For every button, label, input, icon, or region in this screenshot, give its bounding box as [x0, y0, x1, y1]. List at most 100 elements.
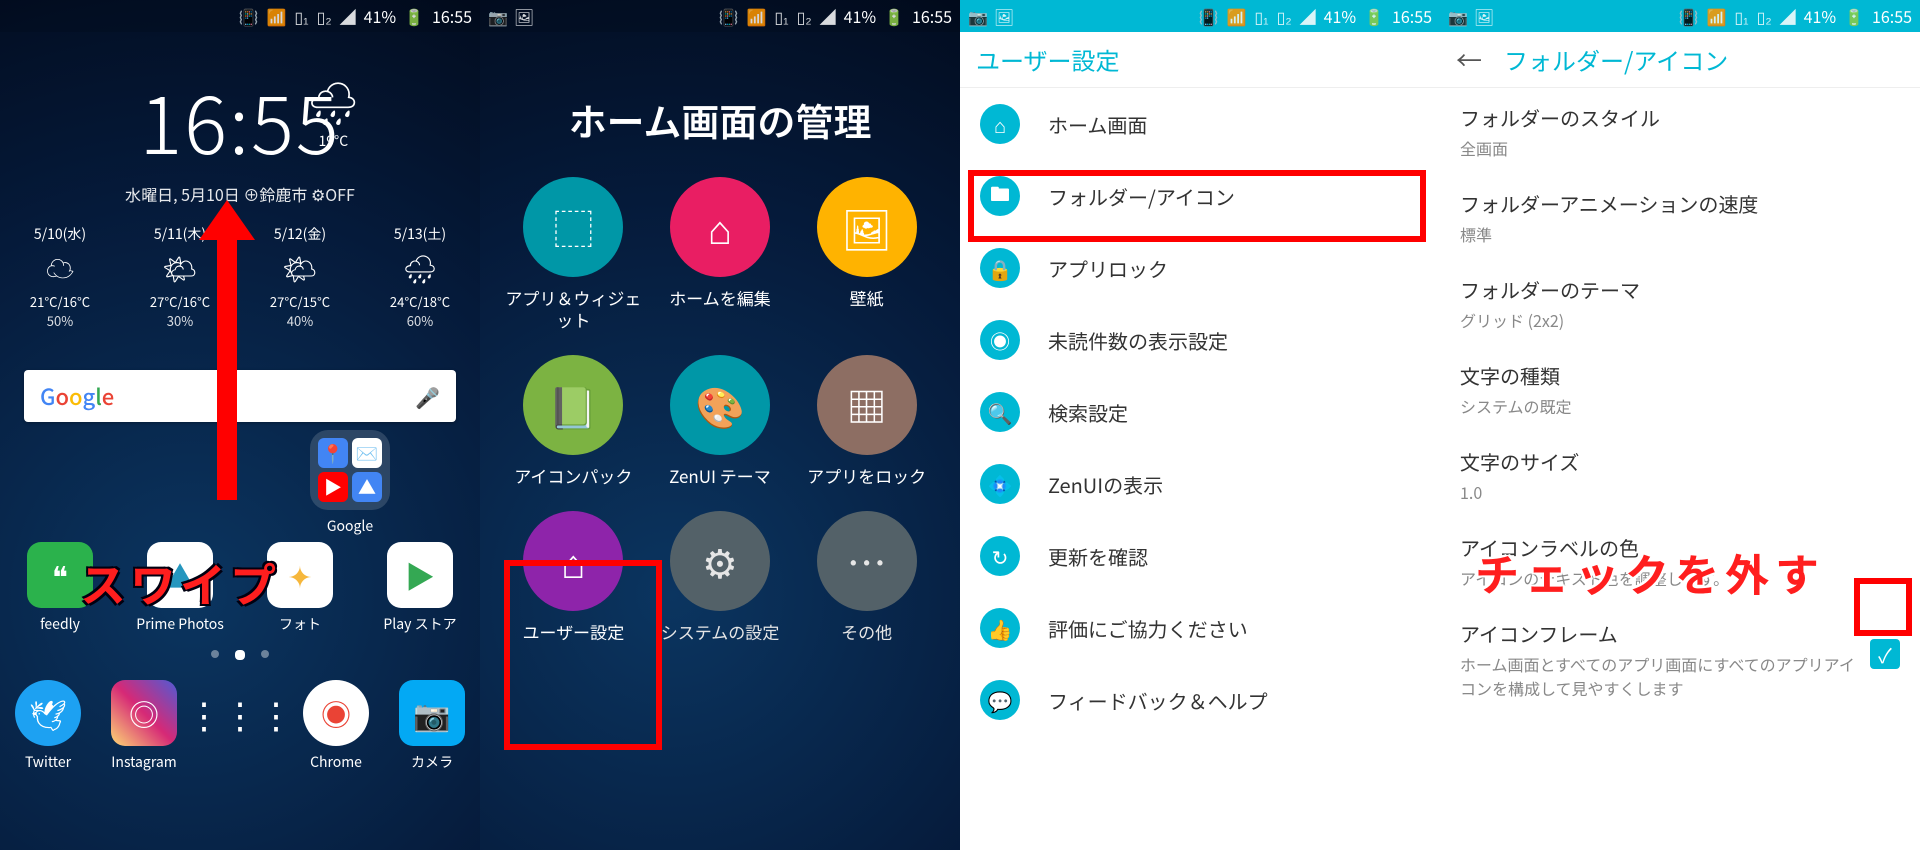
icon-frame-checkbox[interactable]: ✓ — [1870, 639, 1900, 669]
folder-app-maps-icon: 📍 — [318, 438, 348, 468]
feedback-icon: 💬 — [980, 680, 1020, 720]
setting-home[interactable]: ⌂ホーム画面 — [960, 88, 1440, 160]
folder-app-drive-icon: ▲ — [352, 472, 382, 502]
weather-now-temp: 19°C — [307, 131, 360, 151]
battery-icon: 🔋 — [1364, 4, 1384, 28]
manage-edit-home[interactable]: ⌂ホームを編集 — [651, 177, 790, 331]
user-settings-screen: 📷🖼 📳 📶 ▯₁ ▯₂ ◢ 41% 🔋 16:55 ユーザー設定 ⌂ホーム画面… — [960, 0, 1440, 850]
folder-app-youtube-icon: ▶ — [318, 472, 348, 502]
image-icon: 🖼 — [514, 4, 534, 28]
folder-icon-settings-screen: 📷🖼 📳 📶 ▯₁ ▯₂ ◢ 41% 🔋 16:55 ← フォルダー/アイコン … — [1440, 0, 1920, 850]
app-play-store[interactable]: ▶Play ストア — [374, 542, 466, 634]
vibrate-icon: 📳 — [1679, 4, 1699, 28]
dock-app-drawer[interactable]: ⋮⋮⋮ — [194, 680, 286, 772]
setting-unread-badge[interactable]: ◉未読件数の表示設定 — [960, 304, 1440, 376]
pref-font-size[interactable]: 文字のサイズ1.0 — [1440, 432, 1920, 518]
status-bar: 📷🖼 📳 📶 ▯₁ ▯₂ ◢ 41% 🔋 16:55 — [960, 0, 1440, 32]
google-logo: Google — [40, 380, 114, 412]
google-folder[interactable]: 📍 ✉️ ▶ ▲ Google — [300, 430, 400, 536]
dock-camera[interactable]: 📷カメラ — [386, 680, 478, 772]
pref-icon-frame[interactable]: アイコンフレームホーム画面とすべてのアプリ画面にすべてのアプリアイコンを構成して… — [1440, 604, 1920, 714]
home-screen: 📳 📶 ▯₁ ▯₂ ◢ 41% 🔋 16:55 16:55 水曜日, 5月10日… — [0, 0, 480, 850]
setting-check-update[interactable]: ↻更新を確認 — [960, 520, 1440, 592]
vibrate-icon: 📳 — [239, 4, 259, 28]
annotation-highlight-user-settings — [504, 560, 662, 750]
display-icon: 💠 — [980, 464, 1020, 504]
wifi-icon: 📶 — [266, 4, 286, 28]
setting-applock[interactable]: 🔒アプリロック — [960, 232, 1440, 304]
page-indicator — [0, 650, 480, 660]
back-button[interactable]: ← — [1456, 41, 1482, 78]
setting-zenui-view[interactable]: 💠ZenUIの表示 — [960, 448, 1440, 520]
settings-title: ユーザー設定 — [976, 42, 1120, 77]
screenshot-icon: 📷 — [488, 4, 508, 28]
mic-icon[interactable]: 🎤 — [415, 382, 440, 411]
manage-apps-widgets[interactable]: ⬚アプリ＆ウィジェット — [504, 177, 643, 331]
manage-system-settings[interactable]: ⚙システムの設定 — [651, 511, 790, 643]
signal-icon: ◢ — [1300, 4, 1316, 28]
setting-rate[interactable]: 👍評価にご協力ください — [960, 592, 1440, 664]
signal-icon: ◢ — [820, 4, 836, 28]
annotation-highlight-folder-icon — [968, 170, 1426, 242]
battery-icon: 🔋 — [884, 4, 904, 28]
weather-now-icon: 🌧 — [307, 70, 360, 131]
manage-other[interactable]: ⋯その他 — [797, 511, 936, 643]
home-icon: ⌂ — [980, 104, 1020, 144]
settings-title-bar: ユーザー設定 — [960, 32, 1440, 88]
sim1-icon: ▯₁ — [1734, 4, 1748, 28]
signal-icon: ◢ — [1780, 4, 1796, 28]
pref-folder-anim-speed[interactable]: フォルダーアニメーションの速度標準 — [1440, 174, 1920, 260]
signal-icon: ◢ — [340, 4, 356, 28]
dock-chrome[interactable]: ◉Chrome — [290, 680, 382, 772]
pref-folder-theme[interactable]: フォルダーのテーマグリッド (2x2) — [1440, 260, 1920, 346]
home-manage-screen: 📷🖼 📳 📶 ▯₁ ▯₂ ◢ 41% 🔋 16:55 ホーム画面の管理 ⬚アプリ… — [480, 0, 960, 850]
annotation-arrow — [206, 200, 248, 500]
weather-now[interactable]: 🌧 19°C — [307, 70, 360, 151]
status-bar: 📷🖼 📳 📶 ▯₁ ▯₂ ◢ 41% 🔋 16:55 — [1440, 0, 1920, 32]
annotation-highlight-checkbox — [1854, 578, 1912, 636]
sim1-icon: ▯₁ — [1254, 4, 1268, 28]
thumbs-up-icon: 👍 — [980, 608, 1020, 648]
search-icon: 🔍 — [980, 392, 1020, 432]
image-icon: 🖼 — [1474, 4, 1494, 28]
battery-icon: 🔋 — [404, 4, 424, 28]
vibrate-icon: 📳 — [1199, 4, 1219, 28]
dock-instagram[interactable]: ◎Instagram — [98, 680, 190, 772]
update-icon: ↻ — [980, 536, 1020, 576]
screenshot-icon: 📷 — [968, 4, 988, 28]
settings-title: フォルダー/アイコン — [1504, 42, 1728, 77]
status-bar: 📳 📶 ▯₁ ▯₂ ◢ 41% 🔋 16:55 — [0, 0, 480, 32]
pref-folder-style[interactable]: フォルダーのスタイル全画面 — [1440, 88, 1920, 174]
sim2-icon: ▯₂ — [317, 4, 332, 28]
setting-feedback[interactable]: 💬フィードバック＆ヘルプ — [960, 664, 1440, 736]
manage-wallpaper[interactable]: 🖼壁紙 — [797, 177, 936, 331]
dock-twitter[interactable]: 🕊Twitter — [2, 680, 94, 772]
annotation-swipe: スワイプ — [80, 550, 280, 616]
battery-icon: 🔋 — [1844, 4, 1864, 28]
screenshot-icon: 📷 — [1448, 4, 1468, 28]
manage-zenui-theme[interactable]: 🎨ZenUI テーマ — [651, 355, 790, 487]
manage-lock-apps[interactable]: ▦アプリをロック — [797, 355, 936, 487]
wifi-icon: 📶 — [746, 4, 766, 28]
sim1-icon: ▯₁ — [294, 4, 308, 28]
annotation-uncheck: チェックを外す — [1475, 540, 1825, 604]
wifi-icon: 📶 — [1706, 4, 1726, 28]
sim2-icon: ▯₂ — [797, 4, 812, 28]
wifi-icon: 📶 — [1226, 4, 1246, 28]
manage-icon-pack[interactable]: 📗アイコンパック — [504, 355, 643, 487]
clock-widget[interactable]: 16:55 水曜日, 5月10日 ⊕鈴鹿市 ⚙OFF — [0, 62, 480, 206]
lock-icon: 🔒 — [980, 248, 1020, 288]
settings-title-bar: ← フォルダー/アイコン — [1440, 32, 1920, 88]
dock: 🕊Twitter ◎Instagram ⋮⋮⋮ ◉Chrome 📷カメラ — [0, 680, 480, 772]
folder-app-gmail-icon: ✉️ — [352, 438, 382, 468]
sim2-icon: ▯₂ — [1757, 4, 1772, 28]
pref-font-type[interactable]: 文字の種類システムの既定 — [1440, 346, 1920, 432]
badge-icon: ◉ — [980, 320, 1020, 360]
status-bar: 📷🖼 📳 📶 ▯₁ ▯₂ ◢ 41% 🔋 16:55 — [480, 0, 960, 32]
battery-text: 41% — [364, 4, 397, 28]
manage-title: ホーム画面の管理 — [480, 92, 960, 147]
setting-search[interactable]: 🔍検索設定 — [960, 376, 1440, 448]
vibrate-icon: 📳 — [719, 4, 739, 28]
pref-list[interactable]: フォルダーのスタイル全画面 フォルダーアニメーションの速度標準 フォルダーのテー… — [1440, 88, 1920, 714]
status-time: 16:55 — [432, 4, 472, 28]
